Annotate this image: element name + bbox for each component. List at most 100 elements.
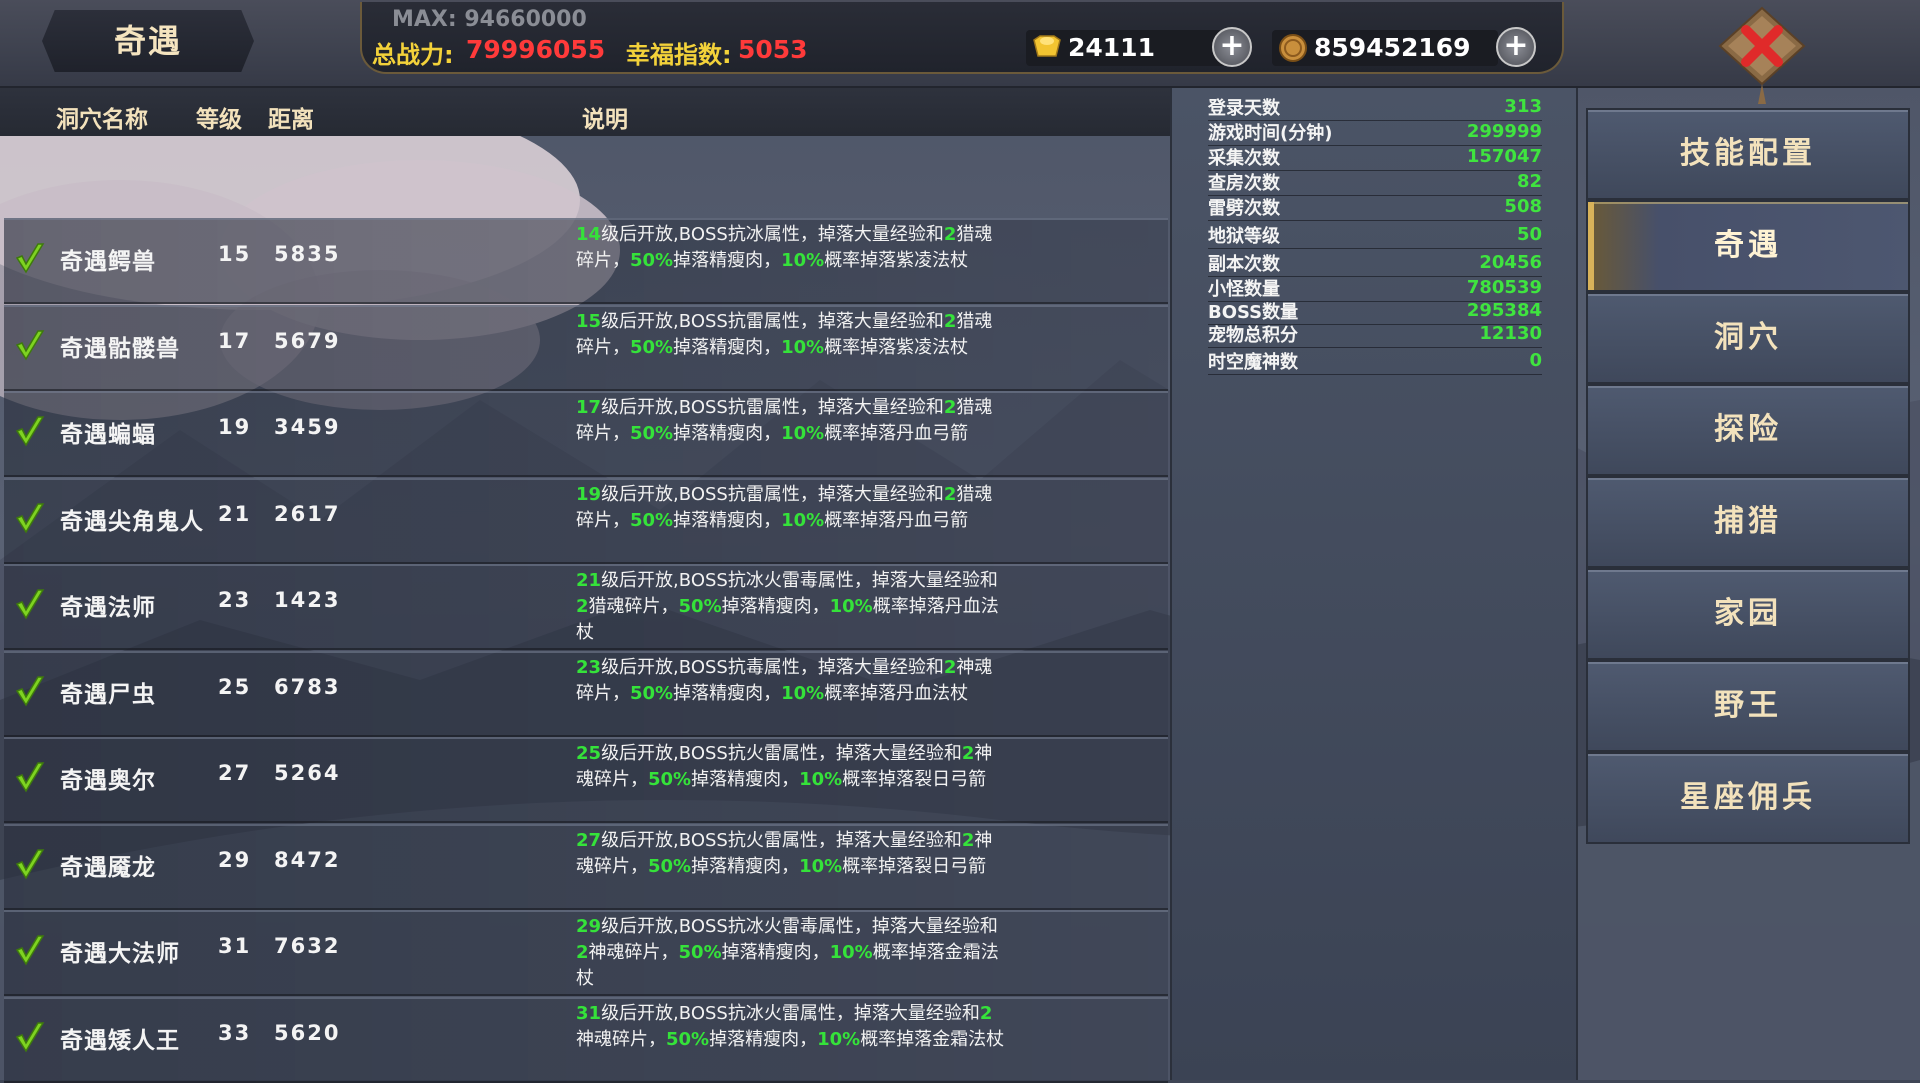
cave-name: 奇遇奥尔 xyxy=(60,768,156,794)
cave-description: 23级后开放,BOSS抗毒属性，掉落大量经验和2神魂碎片，50%掉落精瘦肉，10… xyxy=(576,656,993,704)
green-check-icon xyxy=(15,848,45,879)
cave-distance: 3459 xyxy=(274,415,341,439)
cave-level: 23 xyxy=(218,588,252,612)
green-check-icon xyxy=(15,502,45,533)
cave-distance: 5264 xyxy=(274,761,341,785)
cave-distance: 6783 xyxy=(274,674,341,699)
plus-icon: + xyxy=(1503,28,1529,63)
stat-value: 12130 xyxy=(1479,323,1542,344)
table-row[interactable]: 奇遇尖角鬼人 21 2617 19级后开放,BOSS抗雷属性，掉落大量经验和2猎魂碎片… xyxy=(4,477,1168,564)
cave-name: 奇遇蝙蝠 xyxy=(60,422,156,448)
close-button[interactable] xyxy=(1718,6,1806,106)
close-x-icon xyxy=(1718,6,1806,104)
nav-tab-2[interactable]: 洞穴 xyxy=(1586,292,1910,384)
nav-tab-3[interactable]: 探险 xyxy=(1586,384,1910,476)
cave-distance: 5835 xyxy=(274,242,341,266)
cave-level: 33 xyxy=(218,1020,252,1045)
gold-value: 24111 xyxy=(1068,33,1155,62)
column-header-distance: 距离 xyxy=(268,107,314,133)
cave-description: 27级后开放,BOSS抗火雷属性，掉落大量经验和2神魂碎片，50%掉落精瘦肉，1… xyxy=(576,829,993,877)
stat-value: 50 xyxy=(1516,224,1542,245)
cave-level: 21 xyxy=(218,501,252,526)
add-gold-button[interactable]: + xyxy=(1212,27,1252,67)
table-row[interactable]: 奇遇大法师 31 7632 29级后开放,BOSS抗冰火雷毒属性，掉落大量经验和2神魂… xyxy=(4,910,1168,996)
stat-label: 宠物总积分 xyxy=(1208,325,1298,346)
happiness-label: 幸福指数: xyxy=(626,41,732,69)
total-power-label: 总战力: xyxy=(372,41,454,69)
cave-description: 17级后开放,BOSS抗雷属性，掉落大量经验和2猎魂碎片，50%掉落精瘦肉，10… xyxy=(576,397,993,444)
column-header-cave-name: 洞穴名称 xyxy=(56,107,148,133)
table-row[interactable]: 奇遇鳄兽 15 5835 14级后开放,BOSS抗冰属性，掉落大量经验和2猎魂碎片，5… xyxy=(4,218,1168,304)
nav-tab-5[interactable]: 家园 xyxy=(1586,568,1910,660)
cave-distance: 1423 xyxy=(274,588,341,612)
happiness-value: 5053 xyxy=(738,35,808,64)
table-row[interactable]: 奇遇法师 23 1423 21级后开放,BOSS抗冰火雷毒属性，掉落大量经验和2猎魂碎… xyxy=(4,564,1168,650)
stat-value: 508 xyxy=(1504,196,1542,217)
column-header-level: 等级 xyxy=(196,107,242,133)
stat-row: 时空魔神数 0 xyxy=(1208,346,1542,375)
nav-tab-4[interactable]: 捕猎 xyxy=(1586,476,1910,568)
table-row[interactable]: 奇遇蝙蝠 19 3459 17级后开放,BOSS抗雷属性，掉落大量经验和2猎魂碎片，5… xyxy=(4,391,1168,477)
stat-value: 157047 xyxy=(1466,146,1542,167)
table-row[interactable]: 奇遇尸虫 25 6783 23级后开放,BOSS抗毒属性，掉落大量经验和2神魂碎片，5… xyxy=(4,650,1168,737)
cave-name: 奇遇骷髅兽 xyxy=(60,335,180,362)
cave-name: 奇遇法师 xyxy=(60,595,156,621)
cave-description: 14级后开放,BOSS抗冰属性，掉落大量经验和2猎魂碎片，50%掉落精瘦肉，10… xyxy=(576,224,993,271)
table-header: 洞穴名称 等级 距离 说明 xyxy=(0,88,1170,136)
cave-description: 15级后开放,BOSS抗雷属性，掉落大量经验和2猎魂碎片，50%掉落精瘦肉，10… xyxy=(576,310,993,358)
stat-value: 299999 xyxy=(1466,121,1542,142)
cave-distance: 8472 xyxy=(274,847,341,872)
top-bar: 奇遇 MAX: 94660000 总战力: 79996055 幸福指数: 505… xyxy=(0,0,1920,104)
green-check-icon xyxy=(15,416,45,447)
plus-icon: + xyxy=(1219,28,1245,63)
green-check-icon xyxy=(15,589,45,620)
green-check-icon xyxy=(15,1021,45,1052)
player-stats-panel: 登录天数 313 游戏时间(分钟) 299999 采集次数 157047 查房次数 82 雷劈次… xyxy=(1170,86,1578,1080)
page-title: 奇遇 xyxy=(113,22,182,60)
stat-label: 雷劈次数 xyxy=(1208,198,1280,219)
table-row[interactable]: 奇遇矮人王 33 5620 31级后开放,BOSS抗冰火雷属性，掉落大量经验和2神魂碎… xyxy=(4,996,1168,1083)
cave-description: 29级后开放,BOSS抗冰火雷毒属性，掉落大量经验和2神魂碎片，50%掉落精瘦肉… xyxy=(576,916,999,989)
max-power-text: MAX: 94660000 xyxy=(392,7,587,32)
stat-value: 295384 xyxy=(1466,300,1542,321)
cave-level: 15 xyxy=(218,242,252,266)
nav-tab-7[interactable]: 星座佣兵 xyxy=(1586,752,1910,844)
nav-tab-6[interactable]: 野王 xyxy=(1586,660,1910,752)
cave-name: 奇遇矮人王 xyxy=(60,1027,180,1054)
stat-value: 0 xyxy=(1529,350,1542,371)
green-check-icon xyxy=(15,329,45,360)
cave-name: 奇遇尖角鬼人 xyxy=(60,508,204,535)
cave-description: 19级后开放,BOSS抗雷属性，掉落大量经验和2猎魂碎片，50%掉落精瘦肉，10… xyxy=(576,483,993,531)
nav-tab-1[interactable]: 奇遇 xyxy=(1586,200,1910,292)
cave-description: 21级后开放,BOSS抗冰火雷毒属性，掉落大量经验和2猎魂碎片，50%掉落精瘦肉… xyxy=(576,570,999,643)
table-row[interactable]: 奇遇魇龙 29 8472 27级后开放,BOSS抗火雷属性，掉落大量经验和2神魂碎片，… xyxy=(4,823,1168,910)
cave-level: 19 xyxy=(218,415,252,439)
cave-name: 奇遇尸虫 xyxy=(60,681,156,708)
stat-value: 82 xyxy=(1516,171,1542,192)
cave-distance: 5679 xyxy=(274,328,341,353)
cave-description: 31级后开放,BOSS抗冰火雷属性，掉落大量经验和2神魂碎片，50%掉落精瘦肉，… xyxy=(576,1002,1005,1050)
cave-name: 奇遇鳄兽 xyxy=(60,249,156,275)
green-check-icon xyxy=(15,935,45,966)
add-coin-button[interactable]: + xyxy=(1496,27,1536,67)
stat-row: 宠物总积分 12130 xyxy=(1208,319,1542,348)
stat-value: 20456 xyxy=(1479,252,1542,273)
table-row[interactable]: 奇遇骷髅兽 17 5679 15级后开放,BOSS抗雷属性，掉落大量经验和2猎魂碎片，… xyxy=(4,304,1168,391)
cave-level: 31 xyxy=(218,934,252,958)
cave-distance: 7632 xyxy=(274,934,341,958)
cave-description: 25级后开放,BOSS抗火雷属性，掉落大量经验和2神魂碎片，50%掉落精瘦肉，1… xyxy=(576,743,993,790)
stat-value: 780539 xyxy=(1466,277,1542,298)
table-row[interactable]: 奇遇奥尔 27 5264 25级后开放,BOSS抗火雷属性，掉落大量经验和2神魂碎片，… xyxy=(4,737,1168,823)
column-header-description: 说明 xyxy=(582,107,628,133)
nav-tab-0[interactable]: 技能配置 xyxy=(1586,108,1910,200)
cave-level: 17 xyxy=(218,328,252,353)
cave-level: 29 xyxy=(218,847,252,872)
green-check-icon xyxy=(15,243,45,274)
stat-row: 地狱等级 50 xyxy=(1208,220,1542,249)
cave-name: 奇遇大法师 xyxy=(60,941,180,967)
green-check-icon xyxy=(15,762,45,793)
copper-coin-icon xyxy=(1279,34,1307,62)
green-check-icon xyxy=(15,675,45,706)
gold-ingot-icon xyxy=(1033,35,1061,57)
cave-level: 25 xyxy=(218,674,252,699)
